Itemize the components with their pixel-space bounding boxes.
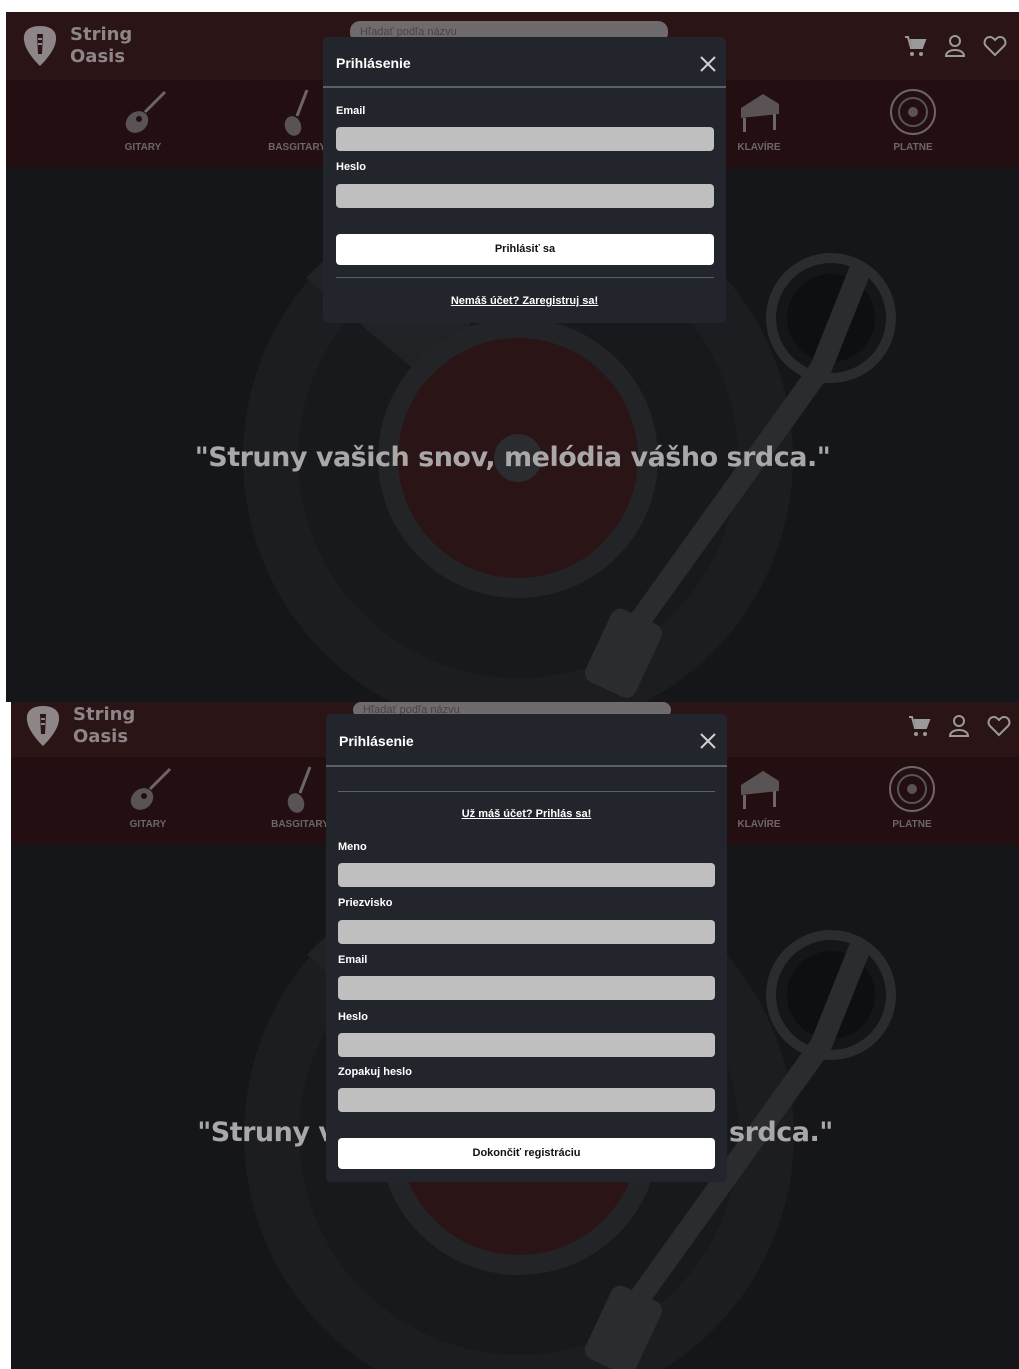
category-label: PLATNE xyxy=(892,819,932,830)
heart-icon[interactable] xyxy=(983,34,1007,58)
category-label: GITARY xyxy=(129,819,167,830)
email-field[interactable] xyxy=(336,127,714,151)
repeat-password-field[interactable] xyxy=(338,1088,715,1112)
modal-divider xyxy=(326,765,727,767)
heart-icon[interactable] xyxy=(987,714,1011,738)
category-label: BASGITARY xyxy=(268,142,326,153)
piano-icon xyxy=(741,94,779,132)
close-icon[interactable] xyxy=(699,732,717,750)
hero-quote: "Struny vašich snov, melódia vášho srdca… xyxy=(194,442,831,473)
register-modal: Prihlásenie Už máš účet? Prihlás sa! Men… xyxy=(326,714,727,1182)
brand-name: String Oasis xyxy=(73,704,135,748)
category-records[interactable]: PLATNE xyxy=(868,88,958,153)
password-label: Heslo xyxy=(336,161,366,173)
guitar-icon xyxy=(125,90,167,133)
password-field[interactable] xyxy=(338,1033,715,1057)
header-icons xyxy=(907,714,1011,738)
category-label: KLAVÍRE xyxy=(737,819,781,830)
brand-line-1: String xyxy=(70,24,133,45)
guitar-pick-logo-icon xyxy=(26,706,60,746)
name-field[interactable] xyxy=(338,863,715,887)
user-icon[interactable] xyxy=(947,714,971,738)
modal-title: Prihlásenie xyxy=(336,55,411,71)
category-label: KLAVÍRE xyxy=(737,142,781,153)
modal-divider xyxy=(338,791,715,792)
register-link[interactable]: Nemáš účet? Zaregistruj sa! xyxy=(323,295,726,307)
close-icon[interactable] xyxy=(699,55,717,73)
cart-icon[interactable] xyxy=(907,714,931,738)
category-pianos[interactable]: KLAVÍRE xyxy=(714,88,804,153)
category-label: GITARY xyxy=(124,142,162,153)
complete-registration-button[interactable]: Dokončiť registráciu xyxy=(338,1138,715,1169)
email-field[interactable] xyxy=(338,976,715,1000)
modal-title: Prihlásenie xyxy=(339,733,414,749)
bass-guitar-icon xyxy=(287,766,312,813)
category-records[interactable]: PLATNE xyxy=(867,765,957,830)
brand-logo[interactable]: String Oasis xyxy=(25,704,135,748)
login-button[interactable]: Prihlásiť sa xyxy=(336,234,714,265)
password-label: Heslo xyxy=(338,1011,368,1023)
brand-line-2: Oasis xyxy=(70,46,126,67)
category-guitars[interactable]: GITARY xyxy=(103,765,193,830)
modal-divider xyxy=(323,86,726,88)
register-screenshot: String Oasis Hľadať podľa názvu GITARY B… xyxy=(11,702,1019,1369)
category-label: PLATNE xyxy=(893,142,933,153)
vinyl-record-icon xyxy=(889,766,935,812)
brand-name: String Oasis xyxy=(70,24,132,68)
brand-line-2: Oasis xyxy=(73,726,129,747)
category-pianos[interactable]: KLAVÍRE xyxy=(714,765,804,830)
guitar-icon xyxy=(130,767,172,810)
email-label: Email xyxy=(336,105,366,117)
password-field[interactable] xyxy=(336,184,714,208)
guitar-pick-logo-icon xyxy=(23,26,57,66)
name-label: Meno xyxy=(338,841,367,853)
header-icons xyxy=(903,34,1007,58)
login-link[interactable]: Už máš účet? Prihlás sa! xyxy=(326,808,727,820)
cart-icon[interactable] xyxy=(903,34,927,58)
surname-field[interactable] xyxy=(338,920,715,944)
login-modal: Prihlásenie Email Heslo Prihlásiť sa Nem… xyxy=(323,37,726,323)
category-guitars[interactable]: GITARY xyxy=(98,88,188,153)
brand-logo[interactable]: String Oasis xyxy=(22,24,132,68)
bass-guitar-icon xyxy=(284,89,309,136)
piano-icon xyxy=(741,771,779,809)
email-label: Email xyxy=(338,954,368,966)
brand-line-1: String xyxy=(73,704,136,725)
surname-label: Priezvisko xyxy=(338,897,393,909)
modal-divider xyxy=(336,277,714,278)
vinyl-record-icon xyxy=(890,89,936,135)
login-screenshot: String Oasis Hľadať podľa názvu GITARY B… xyxy=(6,12,1019,702)
category-label: BASGITARY xyxy=(271,819,329,830)
repeat-password-label: Zopakuj heslo xyxy=(338,1066,412,1078)
user-icon[interactable] xyxy=(943,34,967,58)
